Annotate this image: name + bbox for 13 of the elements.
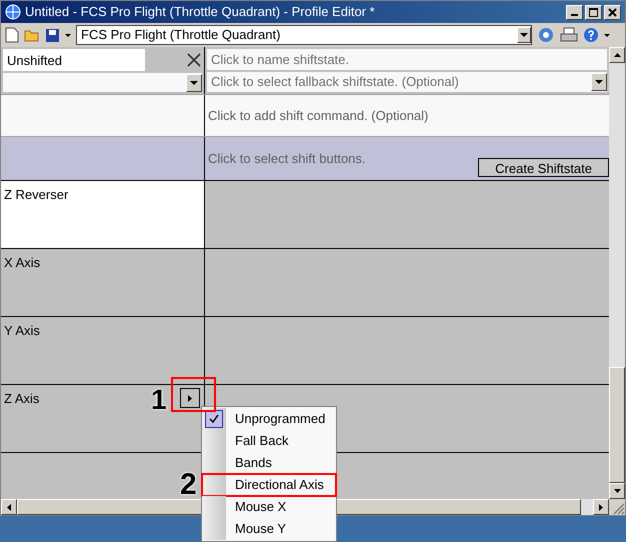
axis-label: X Axis bbox=[3, 254, 42, 272]
menu-item-label: Bands bbox=[234, 454, 272, 472]
menu-item-label: Unprogrammed bbox=[234, 410, 326, 428]
annotation-number: 1 bbox=[151, 386, 167, 414]
window-title: Untitled - FCS Pro Flight (Throttle Quadrant) - Profile Editor * bbox=[25, 3, 376, 22]
menu-item-label: Mouse X bbox=[234, 498, 286, 516]
menu-item-label: Directional Axis bbox=[234, 476, 324, 494]
annotation-number: 2 bbox=[180, 470, 197, 500]
axis-label: Z Reverser bbox=[3, 186, 70, 204]
axis-label: Z Axis bbox=[3, 390, 40, 408]
menu-item-label: Fall Back bbox=[234, 432, 288, 450]
menu-item-label: Mouse Y bbox=[234, 520, 286, 538]
axis-label: Y Axis bbox=[3, 322, 41, 340]
